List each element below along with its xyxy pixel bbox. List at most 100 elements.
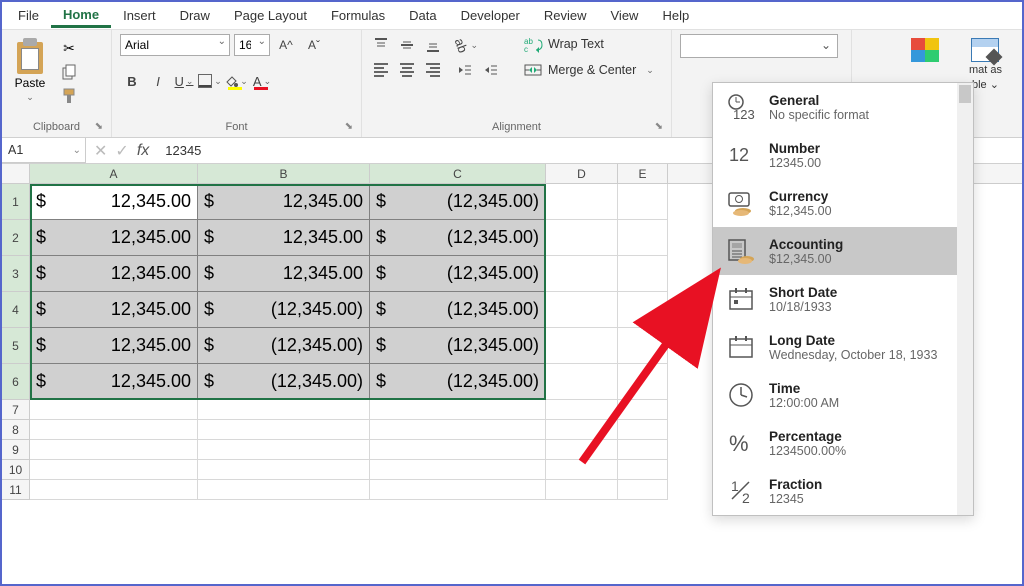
- menu-item-help[interactable]: Help: [650, 4, 701, 27]
- decrease-indent-button[interactable]: [454, 60, 476, 80]
- cell-E4[interactable]: [618, 292, 668, 328]
- cell-C5[interactable]: $(12,345.00): [370, 328, 546, 364]
- orientation-button[interactable]: ab: [454, 34, 478, 56]
- menu-item-page-layout[interactable]: Page Layout: [222, 4, 319, 27]
- cell-D1[interactable]: [546, 184, 618, 220]
- menu-item-view[interactable]: View: [599, 4, 651, 27]
- cell-B5[interactable]: $(12,345.00): [198, 328, 370, 364]
- font-launcher[interactable]: ⬊: [345, 121, 353, 132]
- cell-B3[interactable]: $12,345.00: [198, 256, 370, 292]
- numfmt-item-longdate[interactable]: Long DateWednesday, October 18, 1933: [713, 323, 973, 371]
- conditional-formatting-button[interactable]: [905, 34, 945, 66]
- cell-E9[interactable]: [618, 440, 668, 460]
- menu-item-draw[interactable]: Draw: [168, 4, 222, 27]
- cell-C9[interactable]: [370, 440, 546, 460]
- row-header-1[interactable]: 1: [2, 184, 30, 220]
- row-header-2[interactable]: 2: [2, 220, 30, 256]
- menu-item-file[interactable]: File: [6, 4, 51, 27]
- enter-formula-icon[interactable]: ✓: [115, 141, 128, 161]
- merge-center-button[interactable]: Merge & Center ⌄: [520, 60, 658, 80]
- cell-E11[interactable]: [618, 480, 668, 500]
- cell-E7[interactable]: [618, 400, 668, 420]
- cell-D4[interactable]: [546, 292, 618, 328]
- cell-E10[interactable]: [618, 460, 668, 480]
- cell-C11[interactable]: [370, 480, 546, 500]
- cancel-formula-icon[interactable]: ✕: [94, 141, 107, 161]
- menu-item-data[interactable]: Data: [397, 4, 448, 27]
- numfmt-item-general[interactable]: 123GeneralNo specific format: [713, 83, 973, 131]
- cell-A4[interactable]: $12,345.00: [30, 292, 198, 328]
- cell-E5[interactable]: [618, 328, 668, 364]
- alignment-launcher[interactable]: ⬊: [655, 121, 663, 132]
- cell-D7[interactable]: [546, 400, 618, 420]
- align-center-button[interactable]: [396, 60, 418, 80]
- col-header-E[interactable]: E: [618, 164, 668, 183]
- font-size-select[interactable]: [234, 34, 270, 56]
- name-box[interactable]: A1: [2, 138, 86, 163]
- row-header-10[interactable]: 10: [2, 460, 30, 480]
- cell-E8[interactable]: [618, 420, 668, 440]
- cell-B1[interactable]: $12,345.00: [198, 184, 370, 220]
- decrease-font-button[interactable]: Aˇ: [302, 34, 326, 56]
- cell-E1[interactable]: [618, 184, 668, 220]
- cell-C8[interactable]: [370, 420, 546, 440]
- menu-item-insert[interactable]: Insert: [111, 4, 168, 27]
- cell-D8[interactable]: [546, 420, 618, 440]
- numfmt-item-number[interactable]: 12Number12345.00: [713, 131, 973, 179]
- select-all-corner[interactable]: [2, 164, 30, 183]
- numfmt-item-percentage[interactable]: %Percentage1234500.00%: [713, 419, 973, 467]
- scroll-thumb[interactable]: [959, 85, 971, 103]
- clipboard-launcher[interactable]: ⬊: [95, 121, 103, 132]
- row-header-8[interactable]: 8: [2, 420, 30, 440]
- numfmt-item-time[interactable]: Time12:00:00 AM: [713, 371, 973, 419]
- row-header-11[interactable]: 11: [2, 480, 30, 500]
- cell-D6[interactable]: [546, 364, 618, 400]
- cell-A2[interactable]: $12,345.00: [30, 220, 198, 256]
- numfmt-item-currency[interactable]: Currency$12,345.00: [713, 179, 973, 227]
- cell-grid[interactable]: $12,345.00$12,345.00$(12,345.00)$12,345.…: [30, 184, 668, 500]
- align-middle-button[interactable]: [396, 35, 418, 55]
- dropdown-scrollbar[interactable]: [957, 83, 973, 515]
- menu-item-home[interactable]: Home: [51, 3, 111, 28]
- cell-A9[interactable]: [30, 440, 198, 460]
- col-header-D[interactable]: D: [546, 164, 618, 183]
- align-top-button[interactable]: [370, 35, 392, 55]
- col-header-A[interactable]: A: [30, 164, 198, 183]
- align-left-button[interactable]: [370, 60, 392, 80]
- cell-C7[interactable]: [370, 400, 546, 420]
- cell-D3[interactable]: [546, 256, 618, 292]
- cell-D9[interactable]: [546, 440, 618, 460]
- cell-B6[interactable]: $(12,345.00): [198, 364, 370, 400]
- copy-button[interactable]: [58, 62, 80, 82]
- cell-B2[interactable]: $12,345.00: [198, 220, 370, 256]
- numfmt-item-accounting[interactable]: Accounting$12,345.00: [713, 227, 973, 275]
- cell-B9[interactable]: [198, 440, 370, 460]
- cell-B10[interactable]: [198, 460, 370, 480]
- align-bottom-button[interactable]: [422, 35, 444, 55]
- numfmt-item-shortdate[interactable]: Short Date10/18/1933: [713, 275, 973, 323]
- cell-D10[interactable]: [546, 460, 618, 480]
- menu-item-formulas[interactable]: Formulas: [319, 4, 397, 27]
- cell-E2[interactable]: [618, 220, 668, 256]
- font-color-button[interactable]: A: [250, 70, 274, 92]
- cell-A7[interactable]: [30, 400, 198, 420]
- cell-B8[interactable]: [198, 420, 370, 440]
- cell-C10[interactable]: [370, 460, 546, 480]
- cell-A5[interactable]: $12,345.00: [30, 328, 198, 364]
- cell-B4[interactable]: $(12,345.00): [198, 292, 370, 328]
- cell-C3[interactable]: $(12,345.00): [370, 256, 546, 292]
- fill-color-button[interactable]: [224, 70, 248, 92]
- cell-B11[interactable]: [198, 480, 370, 500]
- cell-A10[interactable]: [30, 460, 198, 480]
- cell-E3[interactable]: [618, 256, 668, 292]
- cell-B7[interactable]: [198, 400, 370, 420]
- cell-A1[interactable]: $12,345.00: [30, 184, 198, 220]
- cell-A6[interactable]: $12,345.00: [30, 364, 198, 400]
- cell-D2[interactable]: [546, 220, 618, 256]
- cut-button[interactable]: ✂: [58, 38, 80, 58]
- italic-button[interactable]: I: [146, 70, 170, 92]
- col-header-B[interactable]: B: [198, 164, 370, 183]
- wrap-text-button[interactable]: abc Wrap Text: [520, 34, 658, 54]
- row-header-6[interactable]: 6: [2, 364, 30, 400]
- cell-A3[interactable]: $12,345.00: [30, 256, 198, 292]
